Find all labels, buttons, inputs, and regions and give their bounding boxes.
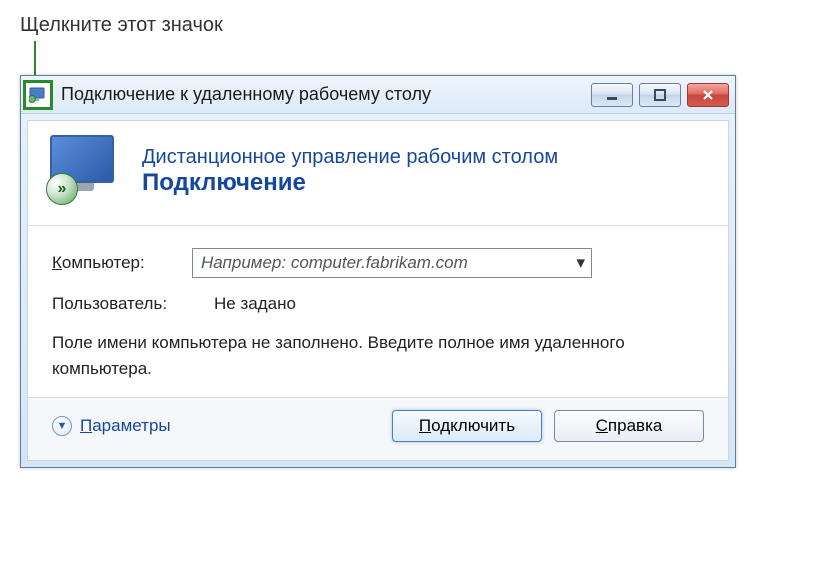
callout-line xyxy=(34,41,36,75)
callout-text: Щелкните этот значок xyxy=(20,14,810,37)
header-title: Подключение xyxy=(142,169,710,197)
window-title: Подключение к удаленному рабочему столу xyxy=(53,84,591,105)
computer-label: Компьютер: xyxy=(52,253,192,273)
close-button[interactable] xyxy=(687,83,729,107)
user-value: Не задано xyxy=(192,294,296,314)
maximize-button[interactable] xyxy=(639,83,681,107)
connect-button[interactable]: Подключить xyxy=(392,410,542,442)
rdp-icon: » xyxy=(46,135,124,207)
header-subtitle: Дистанционное управление рабочим столом xyxy=(142,146,710,169)
dialog-body: Компьютер: Например: computer.fabrikam.c… xyxy=(28,226,728,397)
user-label: Пользователь: xyxy=(52,294,192,314)
help-button[interactable]: Справка xyxy=(554,410,704,442)
minimize-button[interactable] xyxy=(591,83,633,107)
rdp-window: Подключение к удаленному рабочему столу … xyxy=(20,75,736,468)
system-menu-icon[interactable] xyxy=(23,80,53,110)
dialog-header: » Дистанционное управление рабочим столо… xyxy=(28,121,728,226)
options-expander[interactable]: ▼ Параметры xyxy=(52,416,171,436)
titlebar[interactable]: Подключение к удаленному рабочему столу xyxy=(21,76,735,114)
dialog-footer: ▼ Параметры Подключить Справка xyxy=(28,397,728,460)
hint-text: Поле имени компьютера не заполнено. Введ… xyxy=(52,330,704,381)
computer-combobox[interactable]: Например: computer.fabrikam.com ▾ xyxy=(192,248,592,278)
chevron-down-icon[interactable]: ▾ xyxy=(576,253,585,273)
chevron-down-icon: ▼ xyxy=(52,416,72,436)
client-area: » Дистанционное управление рабочим столо… xyxy=(27,120,729,461)
computer-placeholder: Например: computer.fabrikam.com xyxy=(201,253,468,273)
